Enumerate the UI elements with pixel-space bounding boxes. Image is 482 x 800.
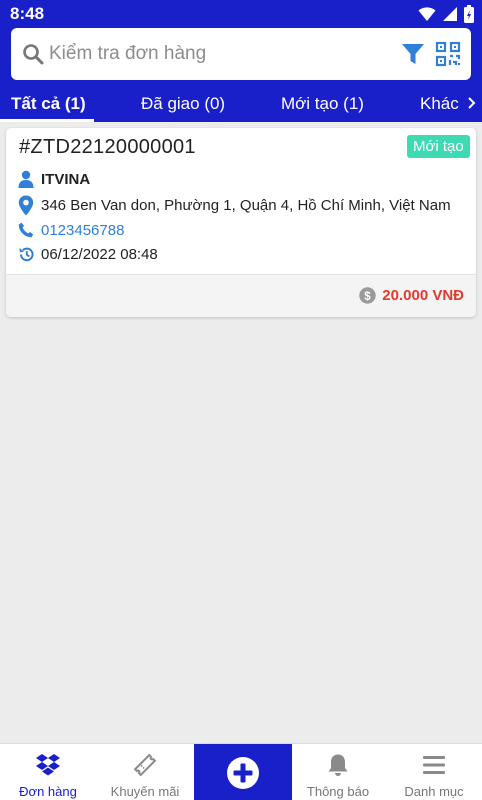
phone-number[interactable]: 0123456788 <box>41 222 124 239</box>
add-order-button[interactable] <box>194 744 292 800</box>
status-bar: 8:48 <box>0 0 482 28</box>
user-icon <box>18 170 34 188</box>
dropbox-icon <box>36 754 60 776</box>
battery-icon <box>464 5 474 23</box>
nav-promotions-label: Khuyến mãi <box>110 784 180 799</box>
order-code: #ZTD22120000001 <box>19 136 196 158</box>
tab-delivered[interactable]: Đã giao (0) <box>141 94 225 114</box>
plus-circle-icon <box>227 756 259 789</box>
customer-row: ITVINA <box>17 168 90 190</box>
ticket-icon <box>133 753 157 777</box>
search-icon <box>23 44 44 65</box>
dollar-coin-icon: $ <box>359 287 376 304</box>
bottom-navigation: Đơn hàng Khuyến mãi Thông báo Danh mục <box>0 743 482 800</box>
nav-categories-label: Danh mục <box>404 784 464 799</box>
order-datetime: 06/12/2022 08:48 <box>41 245 158 263</box>
menu-icon <box>423 756 445 774</box>
order-card[interactable]: #ZTD22120000001 Mới tạo ITVINA 346 Ben V… <box>6 128 476 317</box>
header: Kiểm tra đơn hàng Tất cả (1) Đã giao (0)… <box>0 28 482 122</box>
nav-orders-label: Đơn hàng <box>19 784 77 799</box>
active-tab-indicator <box>0 119 94 122</box>
nav-promotions[interactable]: Khuyến mãi <box>97 744 193 800</box>
customer-name: ITVINA <box>41 170 91 188</box>
phone-icon <box>18 222 34 238</box>
location-pin-icon <box>18 195 34 215</box>
status-badge: Mới tạo <box>407 135 470 158</box>
order-tabs: Tất cả (1) Đã giao (0) Mới tạo (1) Khác <box>0 90 482 122</box>
address-row: 346 Ben Van don, Phường 1, Quận 4, Hồ Ch… <box>17 194 451 216</box>
bell-icon <box>328 754 348 776</box>
nav-orders[interactable]: Đơn hàng <box>0 744 96 800</box>
order-price: 20.000 VNĐ <box>382 287 464 304</box>
datetime-row: 06/12/2022 08:48 <box>17 243 158 265</box>
tab-other-label: Khác <box>420 94 459 113</box>
signal-icon <box>443 7 457 21</box>
search-input[interactable]: Kiểm tra đơn hàng <box>49 43 206 65</box>
status-icons <box>418 5 474 23</box>
nav-notifications-label: Thông báo <box>306 784 370 799</box>
qr-code-icon[interactable] <box>435 41 461 67</box>
wifi-icon <box>418 7 436 21</box>
svg-text:$: $ <box>365 291 372 303</box>
address: 346 Ben Van don, Phường 1, Quận 4, Hồ Ch… <box>41 196 451 214</box>
tab-all[interactable]: Tất cả (1) <box>11 94 86 114</box>
nav-notifications[interactable]: Thông báo <box>290 744 386 800</box>
tab-other[interactable]: Khác <box>420 94 477 114</box>
search-box[interactable]: Kiểm tra đơn hàng <box>11 28 471 80</box>
price-wrap: $ 20.000 VNĐ <box>359 287 464 304</box>
status-time: 8:48 <box>10 4 45 23</box>
tab-new[interactable]: Mới tạo (1) <box>281 94 364 114</box>
chevron-right-icon <box>468 97 476 109</box>
nav-categories[interactable]: Danh mục <box>386 744 482 800</box>
filter-icon[interactable] <box>401 42 425 66</box>
history-icon <box>19 247 34 261</box>
card-footer: $ 20.000 VNĐ <box>6 274 476 317</box>
phone-row[interactable]: 0123456788 <box>17 219 124 241</box>
